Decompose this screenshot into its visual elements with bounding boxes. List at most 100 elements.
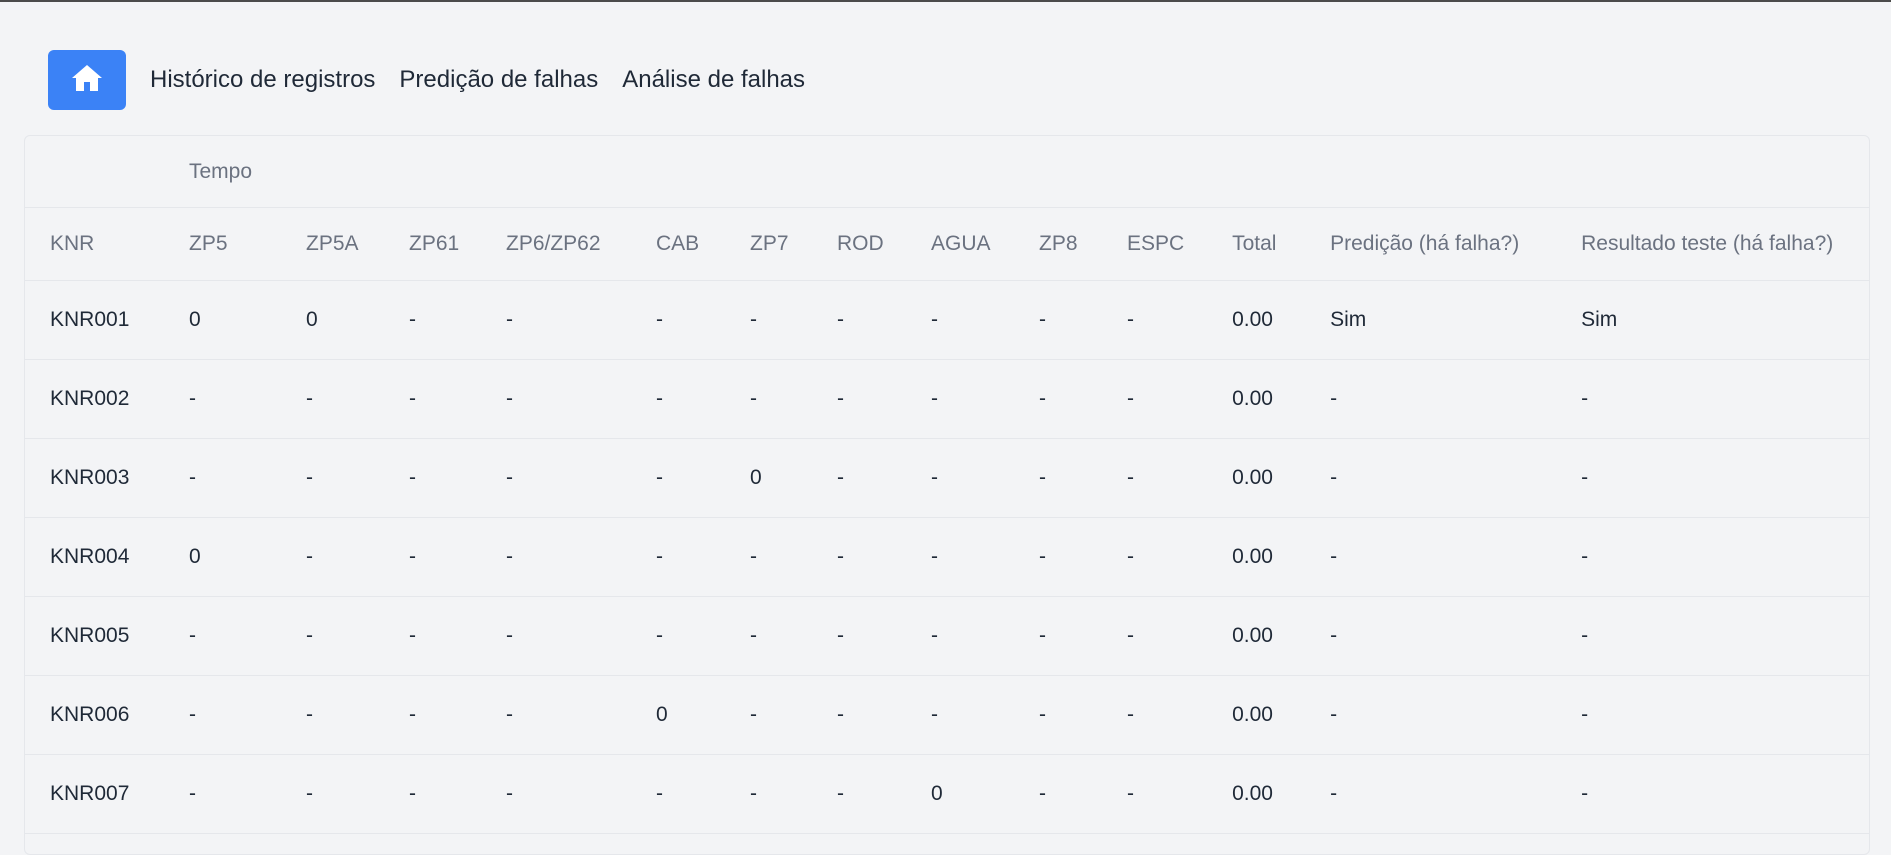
- table-cell-value: -: [189, 466, 196, 489]
- table-row[interactable]: KNR005 - - - - - - - - - - 0.00 - -: [25, 596, 1869, 676]
- table-cell-value: -: [506, 466, 513, 489]
- table-cell: -: [401, 280, 498, 360]
- table-cell-value: 0: [750, 466, 762, 489]
- table-cell-value: -: [306, 466, 313, 489]
- table-row[interactable]: KNR006 - - - - 0 - - - - - 0.00 - -: [25, 675, 1869, 755]
- table-row[interactable]: KNR003 - - - - - 0 - - - - 0.00 - -: [25, 438, 1869, 518]
- column-header-label: ROD: [837, 232, 884, 255]
- table-cell-value: -: [1330, 545, 1338, 568]
- table-cell-value: -: [306, 782, 313, 805]
- table-cell-value: -: [1039, 308, 1046, 331]
- table-cell: -: [498, 754, 648, 834]
- column-header: CAB: [648, 207, 742, 281]
- table-cell: -: [181, 359, 298, 439]
- column-header-label: ZP7: [750, 232, 789, 255]
- table-cell: Sim: [1573, 280, 1869, 360]
- table-cell-value: -: [931, 466, 938, 489]
- column-header: Resultado teste (há falha?): [1573, 207, 1869, 281]
- table-cell-value: KNR001: [50, 308, 130, 331]
- table-cell: -: [298, 754, 401, 834]
- nav-link-analise[interactable]: Análise de falhas: [622, 66, 805, 94]
- table-cell: -: [923, 438, 1031, 518]
- table-cell-value: -: [656, 387, 663, 410]
- table-cell: KNR002: [25, 359, 181, 439]
- table-cell: -: [923, 675, 1031, 755]
- table-cell: -: [923, 359, 1031, 439]
- table-cell-value: KNR003: [50, 466, 130, 489]
- table-cell-value: -: [1330, 703, 1338, 726]
- table-cell-value: -: [931, 545, 938, 568]
- table-cell: -: [829, 438, 923, 518]
- table-cell: -: [1031, 359, 1119, 439]
- table-cell: -: [1322, 359, 1574, 439]
- nav-link-historico[interactable]: Histórico de registros: [150, 66, 375, 94]
- table-cell: 0.00: [1224, 280, 1323, 360]
- table-cell-value: -: [1127, 387, 1134, 410]
- column-header-label: Total: [1232, 232, 1277, 255]
- table-cell: 0: [298, 280, 401, 360]
- table-cell-value: -: [189, 624, 196, 647]
- table-cell: -: [742, 754, 829, 834]
- table-cell-value: -: [656, 545, 663, 568]
- table-cell: -: [1119, 517, 1225, 597]
- table-cell: -: [1031, 438, 1119, 518]
- table-cell: -: [1031, 517, 1119, 597]
- table-cell: -: [1573, 675, 1869, 755]
- table-cell: -: [498, 280, 648, 360]
- table-cell-value: 0.00: [1232, 387, 1273, 410]
- table-cell: -: [498, 359, 648, 439]
- table-cell-value: -: [306, 387, 313, 410]
- table-cell-value: -: [837, 545, 844, 568]
- nav-link-predicao[interactable]: Predição de falhas: [399, 66, 598, 94]
- column-header-row: KNR ZP5 ZP5A ZP61 ZP6/ZP62 CAB ZP7 ROD AGUA ZP8 ES…: [25, 207, 1869, 281]
- column-header-label: KNR: [50, 232, 95, 255]
- table-cell-value: -: [506, 308, 513, 331]
- column-header: ROD: [829, 207, 923, 281]
- table-cell-value: 0.00: [1232, 624, 1273, 647]
- table-cell: -: [401, 438, 498, 518]
- table-body: KNR001 0 0 - - - - - - - - 0.00 Sim Sim KNR002 - - - - - - - -…: [25, 280, 1869, 834]
- table-cell-value: 0: [931, 782, 943, 805]
- table-cell: -: [648, 359, 742, 439]
- table-cell: -: [923, 596, 1031, 676]
- table-cell: -: [742, 359, 829, 439]
- column-header-label: AGUA: [931, 232, 991, 255]
- table-cell: -: [1322, 596, 1574, 676]
- table-cell: KNR003: [25, 438, 181, 518]
- table-cell-value: -: [931, 387, 938, 410]
- table-cell: KNR006: [25, 675, 181, 755]
- table-cell: -: [298, 675, 401, 755]
- table-cell: -: [829, 280, 923, 360]
- table-cell-value: -: [506, 782, 513, 805]
- table-cell-value: -: [837, 308, 844, 331]
- records-table-card: Tempo KNR ZP5 ZP5A ZP61 ZP6/ZP62 CAB ZP7 ROD AGU…: [24, 135, 1870, 855]
- table-cell-value: -: [656, 624, 663, 647]
- table-cell: -: [923, 517, 1031, 597]
- table-cell-value: -: [409, 308, 416, 331]
- table-cell-value: -: [1581, 387, 1589, 410]
- table-cell-value: -: [931, 703, 938, 726]
- table-cell-value: -: [1581, 703, 1589, 726]
- column-header-label: ESPC: [1127, 232, 1185, 255]
- table-cell: KNR005: [25, 596, 181, 676]
- table-row[interactable]: KNR001 0 0 - - - - - - - - 0.00 Sim Sim: [25, 280, 1869, 360]
- table-row[interactable]: KNR007 - - - - - - - 0 - - 0.00 - -: [25, 754, 1869, 834]
- top-nav: Histórico de registros Predição de falha…: [48, 50, 829, 110]
- column-header-label: CAB: [656, 232, 700, 255]
- home-button[interactable]: [48, 50, 126, 110]
- column-header: KNR: [25, 207, 181, 281]
- column-header: ZP5: [181, 207, 298, 281]
- table-cell-value: 0: [189, 545, 201, 568]
- table-cell-value: -: [1127, 624, 1134, 647]
- table-cell: -: [742, 596, 829, 676]
- table-cell: -: [298, 359, 401, 439]
- table-cell-value: KNR006: [50, 703, 130, 726]
- column-header: Predição (há falha?): [1322, 207, 1574, 281]
- table-cell: -: [648, 280, 742, 360]
- table-cell-value: -: [506, 624, 513, 647]
- table-row[interactable]: KNR002 - - - - - - - - - - 0.00 - -: [25, 359, 1869, 439]
- table-cell-value: -: [1127, 703, 1134, 726]
- table-cell-value: -: [409, 624, 416, 647]
- group-header-row: Tempo: [25, 136, 1869, 208]
- table-row[interactable]: KNR004 0 - - - - - - - - - 0.00 - -: [25, 517, 1869, 597]
